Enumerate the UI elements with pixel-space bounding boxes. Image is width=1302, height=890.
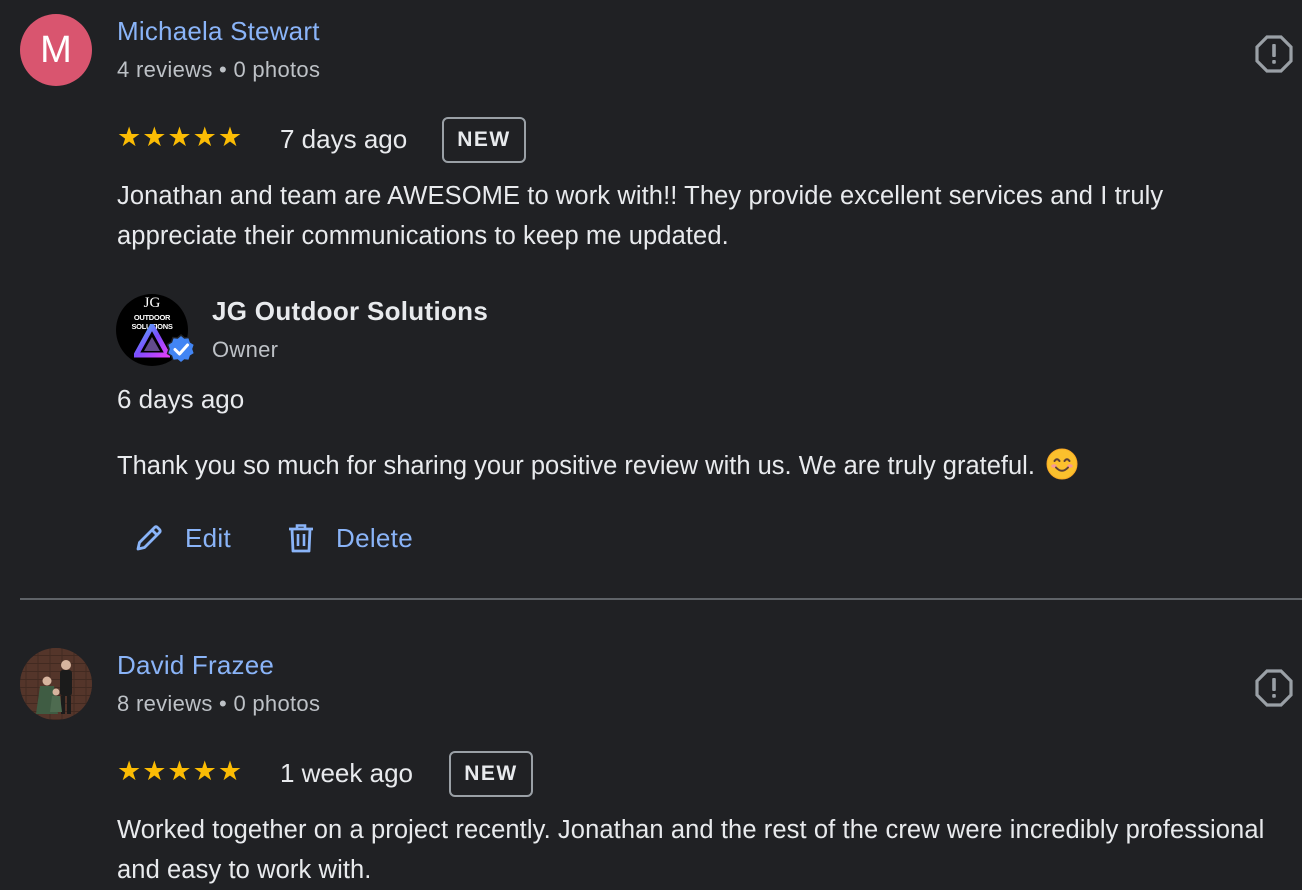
logo-triangle-icon [134, 324, 170, 358]
logo-text: JG [143, 295, 161, 311]
reply-date: 6 days ago [117, 384, 245, 414]
smiling-emoji-icon [1046, 448, 1078, 480]
review-date: 7 days ago [280, 124, 408, 154]
new-badge: NEW [449, 751, 533, 797]
star-rating: ★★★★★ [117, 756, 244, 786]
report-button[interactable] [1255, 35, 1293, 73]
owner-role: Owner [212, 337, 279, 362]
review-divider [20, 598, 1302, 600]
delete-label: Delete [336, 522, 413, 553]
trash-icon [289, 524, 313, 553]
review-date: 1 week ago [280, 758, 413, 788]
reviewer-avatar[interactable]: M [20, 14, 92, 86]
edit-reply-button[interactable]: Edit [133, 518, 231, 558]
report-icon [1255, 35, 1293, 73]
new-badge: NEW [442, 117, 526, 163]
owner-name: JG Outdoor Solutions [212, 296, 489, 326]
reply-text: Thank you so much for sharing your posit… [117, 452, 1035, 480]
report-icon [1255, 669, 1293, 707]
family-photo-icon [20, 648, 92, 720]
reviewer-stats: 4 reviews • 0 photos [117, 57, 321, 82]
edit-label: Edit [185, 522, 232, 553]
delete-reply-button[interactable]: Delete [286, 518, 413, 558]
reviewer-name[interactable]: David Frazee [117, 650, 274, 681]
review-text: Worked together on a project recently. J… [117, 816, 1265, 884]
verified-check-icon [166, 334, 196, 364]
report-button[interactable] [1255, 669, 1293, 707]
owner-avatar: JG OUTDOOR SOLUTIONS [116, 294, 196, 366]
pencil-icon [136, 525, 162, 551]
review-text: Jonathan and team are AWESOME to work wi… [117, 182, 1164, 250]
reviewer-avatar[interactable] [20, 648, 92, 720]
star-rating: ★★★★★ [117, 122, 244, 152]
reviewer-name[interactable]: Michaela Stewart [117, 16, 320, 47]
reply-text-container: Thank you so much for sharing your posit… [117, 446, 1078, 486]
reviewer-stats: 8 reviews • 0 photos [117, 691, 321, 716]
